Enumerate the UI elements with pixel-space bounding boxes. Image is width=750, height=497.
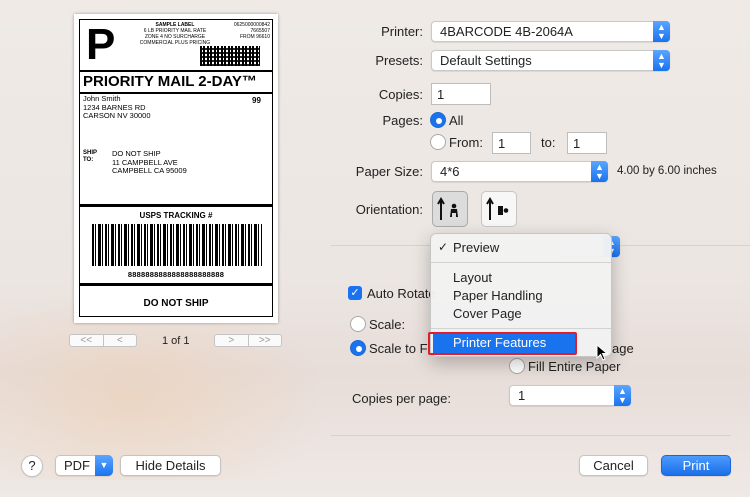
mouse-cursor-icon [596, 344, 609, 361]
label-ship-to-caption: SHIP TO: [83, 150, 97, 163]
paper-size-select[interactable]: 4*6 ▲ ▼ [431, 161, 608, 182]
pages-to-input[interactable]: 1 [567, 132, 607, 154]
label-2d-barcode [200, 46, 260, 66]
presets-value: Default Settings [440, 53, 532, 68]
copies-label: Copies: [378, 87, 423, 102]
page-count: 1 of 1 [162, 335, 190, 347]
label-from-line: CARSON NV 30000 [83, 111, 151, 120]
printer-value: 4BARCODE 4B-2064A [440, 24, 573, 39]
label-preview: P SAMPLE LABEL 6 LB PRIORITY MAIL RATE Z… [74, 14, 278, 323]
menu-item-layout[interactable]: Layout [453, 270, 492, 285]
print-entire-image-label: age [612, 341, 634, 356]
copies-input[interactable]: 1 [431, 83, 491, 105]
landscape-orientation-button[interactable] [481, 191, 517, 227]
label-big-letter: P [86, 20, 116, 69]
pages-to-label: to: [541, 135, 556, 150]
orientation-label: Orientation: [355, 202, 423, 217]
scale-label: Scale: [369, 317, 406, 332]
last-page-button[interactable]: >> [247, 335, 282, 346]
auto-rotate-label: Auto Rotate [367, 286, 436, 301]
menu-separator [431, 262, 611, 263]
chevron-updown-icon: ▲▼ [591, 161, 608, 182]
paper-size-description: 4.00 by 6.00 inches [617, 165, 717, 177]
label-tracking-title: USPS TRACKING # [139, 211, 213, 220]
checkmark-icon: ✓ [438, 240, 449, 254]
shipping-label: P SAMPLE LABEL 6 LB PRIORITY MAIL RATE Z… [79, 19, 273, 317]
label-from-code: 99 [252, 96, 261, 105]
label-rate-block: SAMPLE LABEL 6 LB PRIORITY MAIL RATE ZON… [136, 22, 214, 46]
pages-all-label: All [449, 113, 464, 128]
pdf-label: PDF [64, 458, 90, 473]
scale-to-fit-radio[interactable] [350, 340, 366, 356]
chevron-updown-icon: ▲▼ [653, 21, 670, 42]
hide-details-button[interactable]: Hide Details [120, 455, 221, 476]
chevron-updown-icon: ▲▼ [653, 50, 670, 71]
pages-from-radio[interactable] [430, 134, 446, 150]
copies-per-page-value: 1 [518, 388, 526, 403]
next-page-button[interactable]: > [215, 335, 248, 346]
paper-size-label: Paper Size: [355, 164, 423, 179]
scale-radio[interactable] [350, 316, 366, 332]
print-button[interactable]: Print [661, 455, 731, 476]
copies-per-page-label: Copies per page: [351, 391, 451, 406]
label-code-block: 0625000000842 7665507 FROM 96610 [230, 22, 270, 40]
first-page-button[interactable]: << [70, 335, 103, 346]
label-footer: DO NOT SHIP [143, 298, 209, 309]
chevron-updown-icon: ▲▼ [614, 385, 631, 406]
portrait-icon [437, 197, 458, 220]
fill-entire-paper-radio[interactable] [509, 358, 525, 374]
label-ship-to-address: DO NOT SHIP 11 CAMPBELL AVE CAMPBELL CA … [112, 149, 187, 176]
chevron-down-icon: ▼ [95, 455, 113, 476]
label-ship-to-line: CAMPBELL CA 95009 [112, 166, 187, 175]
help-button[interactable]: ? [21, 455, 43, 477]
presets-select[interactable]: Default Settings ▲ ▼ [431, 50, 670, 71]
highlight-annotation [428, 332, 577, 355]
landscape-icon [486, 197, 509, 220]
paper-size-value: 4*6 [440, 164, 460, 179]
pages-from-label: From: [449, 135, 483, 150]
presets-label: Presets: [375, 53, 423, 68]
footer-divider [331, 435, 731, 436]
portrait-orientation-button[interactable] [432, 191, 468, 227]
menu-separator [431, 328, 611, 329]
pages-from-input[interactable]: 1 [492, 132, 531, 154]
label-from-address: John Smith 1234 BARNES RD CARSON NV 3000… [83, 94, 151, 121]
preview-pager-back: << < [69, 334, 137, 347]
pages-all-radio[interactable] [430, 112, 446, 128]
copies-per-page-select[interactable]: 1 ▲ ▼ [509, 385, 631, 406]
printer-label: Printer: [381, 24, 423, 39]
label-code-line: FROM 96610 [239, 34, 270, 40]
preview-pager-forward: > >> [214, 334, 282, 347]
previous-page-button[interactable]: < [102, 335, 137, 346]
label-tracking-barcode [92, 224, 262, 266]
label-service: PRIORITY MAIL 2-DAY™ [83, 73, 257, 90]
printer-select[interactable]: 4BARCODE 4B-2064A ▲ ▼ [431, 21, 670, 42]
menu-item-cover-page[interactable]: Cover Page [453, 306, 522, 321]
pdf-menu-button[interactable]: PDF ▼ [55, 455, 113, 476]
menu-item-preview[interactable]: Preview [453, 240, 499, 255]
menu-item-paper-handling[interactable]: Paper Handling [453, 288, 543, 303]
auto-rotate-checkbox[interactable]: ✓ [348, 286, 362, 300]
cancel-button[interactable]: Cancel [579, 455, 648, 476]
pages-label: Pages: [382, 113, 423, 128]
label-tracking-number: 8888888888888888888888 [127, 270, 225, 279]
